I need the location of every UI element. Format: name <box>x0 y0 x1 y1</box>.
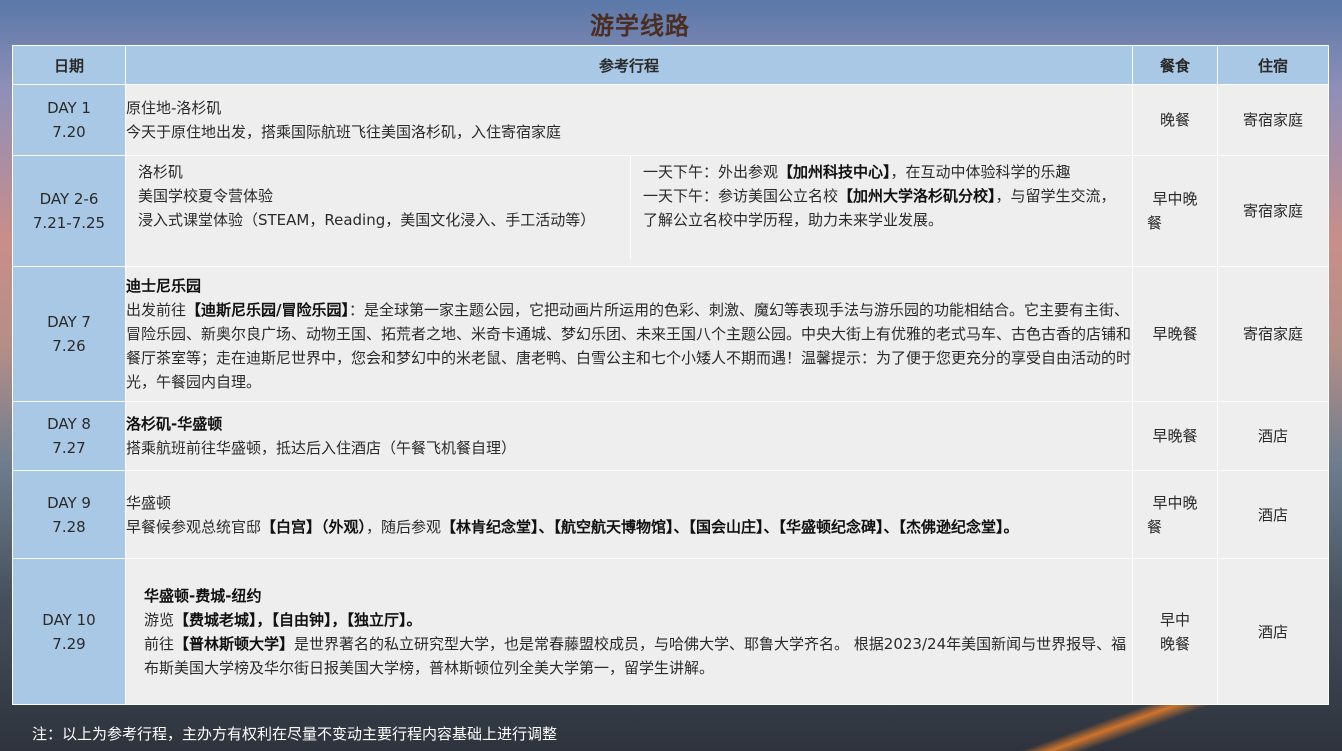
itinerary-text: 今天于原住地出发，搭乘国际航班飞往美国洛杉矶，入住寄宿家庭 <box>126 123 562 141</box>
day-label: DAY 7 <box>47 313 91 331</box>
date-label: 7.20 <box>52 123 86 141</box>
stay-cell: 寄宿家庭 <box>1217 266 1329 402</box>
meal-cell: 早中晚 餐 <box>1132 470 1218 559</box>
itinerary-table: 日期 参考行程 餐食 住宿 DAY 1 7.20 原住地-洛杉矶 今天于原住地出… <box>12 45 1329 705</box>
date-cell: DAY 7 7.26 <box>12 266 126 402</box>
meal-cell: 早晚餐 <box>1132 266 1218 402</box>
highlight-place: 【白宫】（外观） <box>261 517 367 536</box>
header-stay: 住宿 <box>1217 45 1329 85</box>
meal-line: 晚餐 <box>1159 634 1190 653</box>
date-cell: DAY 9 7.28 <box>12 470 126 559</box>
itinerary-heading: 洛杉矶 <box>138 163 184 181</box>
itinerary-text: 一天下午：外出参观【加州科技中心】，在互动中体验科学的乐趣 <box>643 160 1120 184</box>
day-label: DAY 2-6 <box>39 190 99 208</box>
highlight-place: 【费城老城】，【自由钟】，【独立厅】。 <box>174 610 422 629</box>
table-row: DAY 1 7.20 原住地-洛杉矶 今天于原住地出发，搭乘国际航班飞往美国洛杉… <box>12 84 1329 156</box>
itinerary-heading: 洛杉矶-华盛顿 <box>126 415 223 433</box>
date-cell: DAY 2-6 7.21-7.25 <box>12 155 126 267</box>
stay-cell: 寄宿家庭 <box>1217 155 1329 267</box>
highlight-place: 【林肯纪念堂】、【航空航天博物馆】、【国会山庄】、【华盛顿纪念碑】、【杰佛逊纪念… <box>441 517 1019 536</box>
day-label: DAY 10 <box>42 610 96 629</box>
text-span: ，在互动中体验科学的乐趣 <box>890 163 1071 181</box>
header-itinerary: 参考行程 <box>125 45 1133 85</box>
meal-cell: 早中晚 餐 <box>1132 155 1218 267</box>
date-cell: DAY 8 7.27 <box>12 401 126 471</box>
itinerary-cell: 华盛顿 早餐候参观总统官邸【白宫】（外观），随后参观【林肯纪念堂】、【航空航天博… <box>125 470 1133 559</box>
itinerary-text: 游览【费城老城】，【自由钟】，【独立厅】。 <box>144 608 1132 632</box>
itinerary-heading: 华盛顿-费城-纽约 <box>144 586 262 605</box>
date-label: 7.26 <box>52 337 86 355</box>
itinerary-text: 美国学校夏令营体验 <box>138 187 274 205</box>
highlight-place: 【普林斯顿大学】 <box>174 634 295 653</box>
itinerary-cell: 华盛顿-费城-纽约 游览【费城老城】，【自由钟】，【独立厅】。 前往【普林斯顿大… <box>125 558 1133 705</box>
itinerary-heading: 华盛顿 <box>126 493 172 512</box>
day-label: DAY 1 <box>47 99 91 117</box>
table-row: DAY 10 7.29 华盛顿-费城-纽约 游览【费城老城】，【自由钟】，【独立… <box>12 558 1329 705</box>
itinerary-text: 搭乘航班前往华盛顿，抵达后入住酒店（午餐飞机餐自理） <box>126 439 517 457</box>
text-span: 出发前往 <box>126 301 187 319</box>
meal-line: 餐 <box>1147 214 1163 232</box>
meal-line: 早中晚 <box>1152 493 1198 512</box>
meal-line: 早中 <box>1159 610 1190 629</box>
table-row: DAY 9 7.28 华盛顿 早餐候参观总统官邸【白宫】（外观），随后参观【林肯… <box>12 470 1329 559</box>
stay-cell: 酒店 <box>1217 401 1329 471</box>
text-span: 早餐候参观总统官邸 <box>126 517 262 536</box>
itinerary-left-column: 洛杉矶 美国学校夏令营体验 浸入式课堂体验（STEAM，Reading，美国文化… <box>126 156 631 259</box>
stay-cell: 寄宿家庭 <box>1217 84 1329 156</box>
header-date: 日期 <box>12 45 126 85</box>
date-label: 7.27 <box>52 439 86 457</box>
table-row: DAY 8 7.27 洛杉矶-华盛顿 搭乘航班前往华盛顿，抵达后入住酒店（午餐飞… <box>12 401 1329 471</box>
text-span: 一天下午：外出参观 <box>643 163 779 181</box>
itinerary-cell: 迪士尼乐园 出发前往【迪斯尼乐园/冒险乐园】：是全球第一家主题公园，它把动画片所… <box>125 266 1133 402</box>
meal-line: 餐 <box>1147 517 1163 536</box>
date-label: 7.21-7.25 <box>32 214 106 232</box>
date-cell: DAY 10 7.29 <box>12 558 126 705</box>
itinerary-heading: 迪士尼乐园 <box>126 277 202 295</box>
meal-cell: 早中 晚餐 <box>1132 558 1218 705</box>
itinerary-cell: 洛杉矶-华盛顿 搭乘航班前往华盛顿，抵达后入住酒店（午餐飞机餐自理） <box>125 401 1133 471</box>
itinerary-text: 浸入式课堂体验（STEAM，Reading，美国文化浸入、手工活动等） <box>138 211 596 229</box>
stay-cell: 酒店 <box>1217 558 1329 705</box>
day-label: DAY 9 <box>47 493 91 512</box>
page-title: 游学线路 <box>590 12 690 40</box>
itinerary-cell: 原住地-洛杉矶 今天于原住地出发，搭乘国际航班飞往美国洛杉矶，入住寄宿家庭 <box>125 84 1133 156</box>
header-meal: 餐食 <box>1132 45 1218 85</box>
day-label: DAY 8 <box>47 415 91 433</box>
footnote: 注：以上为参考行程，主办方有权利在尽量不变动主要行程内容基础上进行调整 <box>32 725 558 743</box>
itinerary-right-column: 一天下午：外出参观【加州科技中心】，在互动中体验科学的乐趣 一天下午：参访美国公… <box>631 156 1132 259</box>
text-span: 游览 <box>144 610 175 629</box>
date-cell: DAY 1 7.20 <box>12 84 126 156</box>
text-span: 前往 <box>144 634 175 653</box>
itinerary-text: 一天下午：参访美国公立名校【加州大学洛杉矶分校】，与留学生交流，了解公立名校中学… <box>643 184 1120 232</box>
date-label: 7.29 <box>52 634 86 653</box>
table-row: DAY 2-6 7.21-7.25 洛杉矶 美国学校夏令营体验 浸入式课堂体验（… <box>12 155 1329 267</box>
highlight-place: 【迪斯尼乐园/冒险乐园】 <box>186 301 349 319</box>
itinerary-heading: 原住地-洛杉矶 <box>126 99 222 117</box>
table-row: DAY 7 7.26 迪士尼乐园 出发前往【迪斯尼乐园/冒险乐园】：是全球第一家… <box>12 266 1329 402</box>
text-span: 一天下午：参访美国公立名校 <box>643 187 839 205</box>
text-span: ，随后参观 <box>366 517 442 536</box>
stay-cell: 酒店 <box>1217 470 1329 559</box>
itinerary-text: 前往【普林斯顿大学】是世界著名的私立研究型大学，也是常春藤盟校成员，与哈佛大学、… <box>144 632 1132 680</box>
date-label: 7.28 <box>52 517 86 536</box>
highlight-place: 【加州大学洛杉矶分校】 <box>838 187 996 205</box>
meal-cell: 早晚餐 <box>1132 401 1218 471</box>
table-header-row: 日期 参考行程 餐食 住宿 <box>12 45 1329 85</box>
itinerary-cell: 洛杉矶 美国学校夏令营体验 浸入式课堂体验（STEAM，Reading，美国文化… <box>125 155 1133 267</box>
itinerary-text: 出发前往【迪斯尼乐园/冒险乐园】：是全球第一家主题公园，它把动画片所运用的色彩、… <box>126 298 1132 394</box>
meal-line: 早中晚 <box>1152 190 1198 208</box>
highlight-place: 【加州科技中心】 <box>778 163 891 181</box>
meal-cell: 晚餐 <box>1132 84 1218 156</box>
itinerary-text: 早餐候参观总统官邸【白宫】（外观），随后参观【林肯纪念堂】、【航空航天博物馆】、… <box>126 515 1132 539</box>
